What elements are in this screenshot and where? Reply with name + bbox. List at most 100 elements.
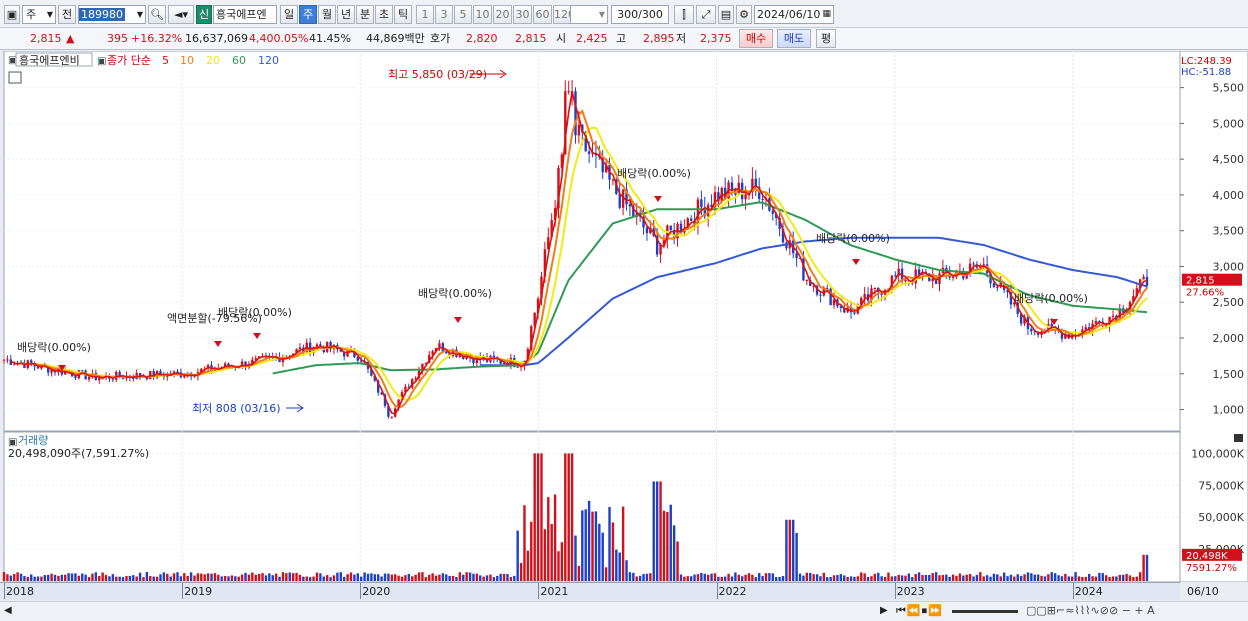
volume-bar [366,573,370,581]
volume-bar [1036,574,1040,581]
sell-button[interactable]: 매도 [777,29,811,48]
tab-3[interactable]: 년 [337,5,355,24]
tab-2[interactable]: 월 [318,5,336,24]
volume-bar [445,574,448,581]
period-type-select[interactable]: 주 ▼ [22,5,56,24]
candle-body [659,244,662,255]
x-tick-label-2019: 2019 [184,585,213,598]
volume-bar [159,574,162,581]
volume-bar [924,574,928,581]
tick-button-10[interactable]: 10 [473,5,492,24]
chart-area[interactable]: 1,000 1,500 2,000 2,500 3,000 3,500 4,000 4,500… [0,51,1248,601]
volume-bar [142,577,145,581]
volume-bar [414,574,417,581]
save-icon[interactable]: ▤ [718,5,734,24]
volume-bar [417,572,421,581]
tab-1[interactable]: 주 [299,5,317,24]
candle-type-icon[interactable]: ⫿ [674,5,694,24]
quote-bar: 2,815 ▲ 395 +16.32% 16,637,069 4,400.05%… [0,28,1248,50]
volume-bar [1145,554,1149,581]
candle-body [771,210,775,214]
zoom-slider[interactable] [952,610,1018,613]
volume-bar [237,576,240,581]
prev-button[interactable]: 전 [58,5,76,24]
volume-bar [135,576,138,581]
volume-bar [594,511,598,581]
candle-body [992,283,996,287]
volume-bar [26,576,30,581]
scroll-right-icon[interactable]: ▶ [880,605,888,616]
volume-last-label: 20,498K [1186,551,1228,562]
price-volume-chart[interactable]: 1,0001,5002,0002,5003,0003,5004,0004,500… [0,51,1248,582]
volume-bar [703,573,706,581]
tick-button-3[interactable]: 3 [435,5,453,24]
volume-bar [785,519,788,581]
volume-bar [1098,572,1101,581]
tab-0[interactable]: 일 [280,5,298,24]
speaker-icon[interactable]: ◄▾ [168,5,194,24]
candle-body [445,352,448,354]
tab-6[interactable]: 틱 [394,5,412,24]
volume-bar [288,572,291,581]
candle-body [1030,329,1033,332]
volume-bar [1101,573,1104,581]
volume-bar [227,576,230,581]
tab-5[interactable]: 초 [375,5,393,24]
volume-bar [1108,577,1111,581]
eval-button[interactable]: 평 [816,29,836,48]
volume-bar [268,573,271,581]
volume-bar [336,572,339,581]
gear-icon[interactable]: ⚙ [736,5,752,24]
layout-icon[interactable]: ▣ [4,5,20,24]
calculator-icon [8,71,22,84]
volume-bar [723,576,727,581]
tick-button-30[interactable]: 30 [513,5,532,24]
volume-bar [574,535,577,581]
candle-body [574,91,577,136]
y-tick-label: 4,000 [1213,189,1245,202]
tick-button-60[interactable]: 60 [533,5,552,24]
volume-bar [145,572,149,581]
volume-bar [754,577,757,581]
tick-button-5[interactable]: 5 [454,5,472,24]
volume-bar [1081,576,1084,581]
draw-line-icon[interactable]: ⤢ [696,5,716,24]
volume-bar [693,574,696,581]
candle-body [98,377,101,381]
buy-button[interactable]: 매수 [739,29,773,48]
candle-body [2,359,6,361]
date-field[interactable]: 2024/06/10 ▦ [754,5,834,24]
volume-bar [931,573,934,581]
candle-body [904,279,907,282]
volume-bar [285,573,288,581]
search-icon[interactable]: 🔍︎ [148,5,166,24]
volume-bar [271,575,274,581]
code-input[interactable]: 189980 ▼ [78,5,146,24]
volume-bar [781,576,785,581]
volume-bar [900,575,904,581]
legend-period-10: 10 [180,54,194,67]
volume-bar [1070,576,1074,581]
volume-bar [438,574,441,581]
volume-bar [989,576,992,581]
tick-button-1[interactable]: 1 [416,5,434,24]
count-field[interactable]: 300/300 [611,5,669,24]
playback-controls-icon[interactable]: ⏮⏪⏹⏩ [896,604,943,618]
tick-button-20[interactable]: 20 [493,5,512,24]
volume-bar [53,574,57,581]
tab-4[interactable]: 분 [356,5,374,24]
chart-scrollbar[interactable]: ◀ ▶ ⏮⏪⏹⏩ ▢▢⊞⌐≈⌇⌇⌇∿⊘⊘ − + A [0,601,1248,621]
price-value: 2,815 [30,32,62,45]
scroll-left-icon[interactable]: ◀ [4,605,12,616]
volume-bar [985,575,989,581]
tick-custom-select[interactable]: ▼ [570,5,608,24]
volume-bar [1033,574,1036,581]
x-tick-label-2024: 2024 [1074,585,1103,598]
chart-tools-icon[interactable]: ▢▢⊞⌐≈⌇⌇⌇∿⊘⊘ − + A [1026,604,1155,617]
volume-bar [169,576,172,581]
volume-bar [928,574,931,581]
volume-bar [945,574,948,581]
volume-bar [962,575,965,581]
low-value: 2,375 [700,32,732,45]
volume-bar [1030,573,1033,581]
